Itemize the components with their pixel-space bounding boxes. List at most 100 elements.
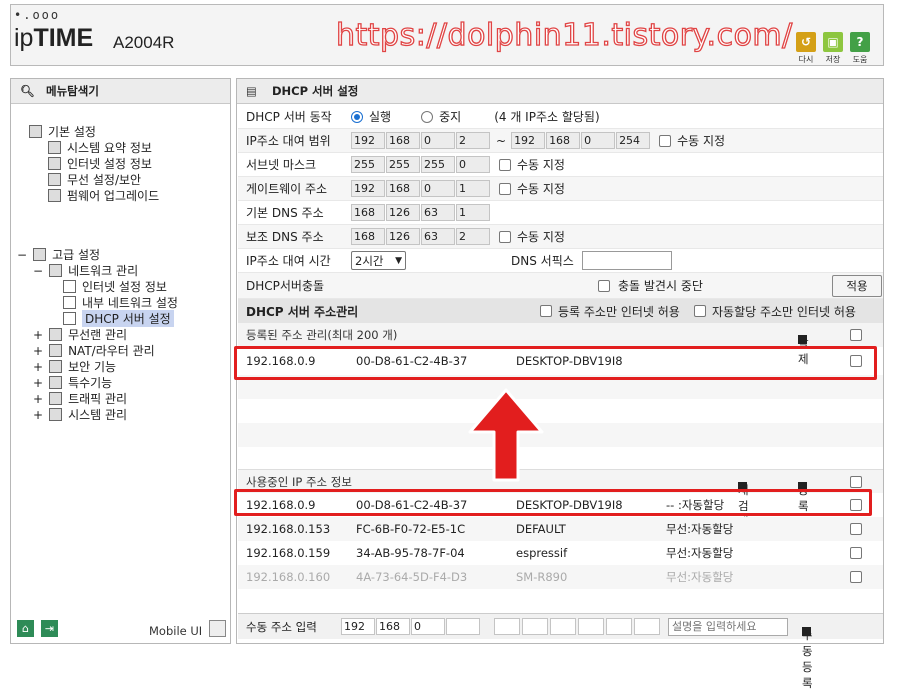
tree-basic-settings[interactable]: 기본 설정 xyxy=(29,124,96,139)
subnet-3[interactable]: 255 xyxy=(421,156,455,173)
conflict-stop-checkbox[interactable] xyxy=(598,279,610,292)
manual-ip-1[interactable]: 192 xyxy=(341,618,375,635)
dns2-1[interactable]: 168 xyxy=(351,228,385,245)
tree-network-mgmt[interactable]: − 네트워크 관리 xyxy=(33,263,138,279)
row-server-mode: DHCP 서버 동작 실행 중지 (4 개 IP주소 할당됨) xyxy=(238,105,883,129)
dns2-3[interactable]: 63 xyxy=(421,228,455,245)
manual-mac-6[interactable] xyxy=(634,618,660,635)
range-manual-checkbox[interactable] xyxy=(659,134,672,147)
manual-entry-bar: 수동 주소 입력 192 168 0 수동 등록 xyxy=(238,613,883,690)
row-lease: IP주소 대여 시간 2시간 ▼ DNS 서픽스 xyxy=(238,249,883,273)
tree-wireless-security[interactable]: 무선 설정/보안 xyxy=(48,172,141,187)
tree-lan-settings[interactable]: 내부 네트워크 설정 xyxy=(63,295,178,310)
manual-mac-5[interactable] xyxy=(606,618,632,635)
gateway-4[interactable]: 1 xyxy=(456,180,490,197)
gateway-manual-checkbox[interactable] xyxy=(499,182,511,195)
dns1-4[interactable]: 1 xyxy=(456,204,490,221)
model-name: A2004R xyxy=(113,33,175,52)
select-all-registered-checkbox[interactable] xyxy=(850,329,862,341)
range-end-2[interactable]: 168 xyxy=(546,132,581,149)
range-start-2[interactable]: 168 xyxy=(386,132,420,149)
tree-special[interactable]: + 특수기능 xyxy=(33,375,112,391)
reload-icon[interactable]: ↺ xyxy=(796,32,816,52)
range-start-1[interactable]: 192 xyxy=(351,132,385,149)
auto-only-checkbox[interactable] xyxy=(694,305,706,317)
range-start-3[interactable]: 0 xyxy=(421,132,455,149)
mobile-icon[interactable] xyxy=(209,620,226,637)
manual-mac-1[interactable] xyxy=(494,618,520,635)
menu-explorer: 🔍︎ 메뉴탐색기 기본 설정 시스템 요약 정보 인터넷 설정 정보 무선 설정… xyxy=(10,78,231,644)
dhcp-title: DHCP 서버 설정 xyxy=(272,84,359,98)
wifi-icon xyxy=(48,173,61,186)
lease-time-select[interactable]: 2시간 ▼ xyxy=(351,251,406,270)
folder-icon xyxy=(29,125,42,138)
dns-suffix-input[interactable] xyxy=(581,251,672,270)
in-use-row[interactable]: 192.168.0.160 4A-73-64-5D-F4-D3 SM-R890 … xyxy=(238,565,883,589)
help-icon[interactable]: ? xyxy=(850,32,870,52)
dns1-1[interactable]: 168 xyxy=(351,204,385,221)
row-subnet: 서브넷 마스크 255 255 255 0 수동 지정 xyxy=(238,153,883,177)
save-icon[interactable]: ▣ xyxy=(823,32,843,52)
home-icon[interactable]: ⌂ xyxy=(17,620,34,637)
manual-mac-4[interactable] xyxy=(578,618,604,635)
in-use-row-checkbox[interactable] xyxy=(850,571,862,583)
dns1-3[interactable]: 63 xyxy=(421,204,455,221)
lock-icon xyxy=(49,360,63,373)
special-icon xyxy=(49,376,63,389)
empty-row xyxy=(238,423,883,447)
dns2-4[interactable]: 2 xyxy=(456,228,490,245)
range-end-1[interactable]: 192 xyxy=(511,132,546,149)
range-start-4[interactable]: 2 xyxy=(456,132,490,149)
network-icon xyxy=(49,264,63,277)
run-radio[interactable] xyxy=(351,110,363,123)
manual-desc-input[interactable] xyxy=(668,617,788,636)
tree-firmware-upgrade[interactable]: 펌웨어 업그레이드 xyxy=(48,188,159,203)
tree-system[interactable]: + 시스템 관리 xyxy=(33,407,127,423)
settings-page-icon: ▤ xyxy=(246,84,257,98)
tree-traffic[interactable]: + 트래픽 관리 xyxy=(33,391,127,407)
manual-ip-4[interactable] xyxy=(446,618,480,635)
gateway-3[interactable]: 0 xyxy=(421,180,455,197)
tree-wireless-mgmt[interactable]: + 무선랜 관리 xyxy=(33,327,127,343)
manual-ip-2[interactable]: 168 xyxy=(376,618,410,635)
tree-dhcp-settings[interactable]: DHCP 서버 설정 xyxy=(63,310,174,327)
manual-ip-3[interactable]: 0 xyxy=(411,618,445,635)
stop-radio[interactable] xyxy=(421,110,434,123)
row-conflict: DHCP서버충돌 충돌 발견시 중단 적용 xyxy=(238,273,883,299)
select-all-in-use-checkbox[interactable] xyxy=(850,475,862,488)
empty-row xyxy=(238,447,883,469)
gateway-1[interactable]: 192 xyxy=(351,180,385,197)
logout-icon[interactable]: ⇥ xyxy=(41,620,58,637)
subnet-1[interactable]: 255 xyxy=(351,156,385,173)
in-use-row[interactable]: 192.168.0.159 34-AB-95-78-7F-04 espressi… xyxy=(238,541,883,565)
menu-explorer-title: 🔍︎ 메뉴탐색기 xyxy=(11,79,230,104)
subnet-4[interactable]: 0 xyxy=(456,156,490,173)
gateway-2[interactable]: 168 xyxy=(386,180,420,197)
manual-mac-3[interactable] xyxy=(550,618,576,635)
apply-button[interactable]: 적용 xyxy=(832,275,882,297)
dns1-2[interactable]: 126 xyxy=(386,204,420,221)
in-use-row-checkbox[interactable] xyxy=(850,547,862,559)
range-end-3[interactable]: 0 xyxy=(581,132,616,149)
mobile-ui-link[interactable]: Mobile UI xyxy=(149,624,202,638)
tree-internet-settings[interactable]: 인터넷 설정 정보 xyxy=(63,279,167,294)
subnet-manual-checkbox[interactable] xyxy=(499,158,511,171)
highlight-in-use-row xyxy=(234,489,872,516)
tree-security[interactable]: + 보안 기능 xyxy=(33,359,116,375)
in-use-row[interactable]: 192.168.0.153 FC-6B-F0-72-E5-1C DEFAULT … xyxy=(238,517,883,541)
registered-list-header: 등록된 주소 관리(최대 200 개) 삭제 xyxy=(238,323,883,366)
tree-internet-info[interactable]: 인터넷 설정 정보 xyxy=(48,156,152,171)
in-use-row-checkbox[interactable] xyxy=(850,523,862,535)
wifi-icon xyxy=(49,328,63,341)
dns2-2[interactable]: 126 xyxy=(386,228,420,245)
manual-mac-2[interactable] xyxy=(522,618,548,635)
subnet-2[interactable]: 255 xyxy=(386,156,420,173)
row-dns1: 기본 DNS 주소 168 126 63 1 xyxy=(238,201,883,225)
dns2-manual-checkbox[interactable] xyxy=(499,230,511,243)
row-gateway: 게이트웨이 주소 192 168 0 1 수동 지정 xyxy=(238,177,883,201)
registered-only-checkbox[interactable] xyxy=(540,305,552,317)
range-end-4[interactable]: 254 xyxy=(616,132,651,149)
tree-nat-router[interactable]: + NAT/라우터 관리 xyxy=(33,343,155,359)
tree-advanced-settings[interactable]: − 고급 설정 xyxy=(17,247,100,263)
tree-system-summary[interactable]: 시스템 요약 정보 xyxy=(48,140,152,155)
